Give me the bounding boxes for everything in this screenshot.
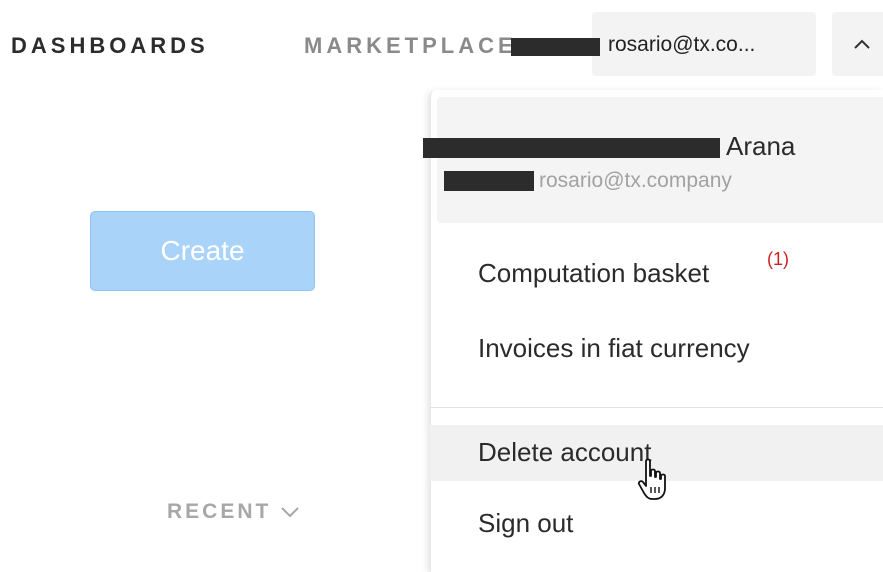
recent-toggle[interactable]: RECENT (167, 500, 300, 524)
menu-item-label: Delete account (478, 437, 652, 467)
menu-user-header (437, 97, 883, 223)
menu-item-label: Computation basket (478, 258, 710, 288)
nav-dashboards[interactable]: DASHBOARDS (11, 33, 209, 59)
nav-marketplace[interactable]: MARKETPLACE (304, 33, 517, 59)
menu-user-email: rosario@tx.company (539, 169, 732, 192)
hand-pointer-cursor-icon (637, 458, 666, 500)
create-button[interactable]: Create (90, 211, 315, 291)
menu-item-sign-out[interactable]: Sign out (430, 500, 883, 552)
basket-count-badge: (1) (767, 249, 789, 269)
menu-item-computation-basket[interactable]: Computation basket (1) (430, 249, 883, 300)
menu-item-label: Invoices in fiat currency (478, 333, 750, 363)
account-email: rosario@tx.co... (608, 33, 756, 56)
redaction-bar (511, 38, 600, 56)
redaction-bar (444, 171, 534, 191)
chevron-down-icon (281, 507, 300, 518)
page: DASHBOARDS MARKETPLACE rosario@tx.co... … (0, 0, 883, 572)
menu-item-invoices[interactable]: Invoices in fiat currency (430, 325, 883, 375)
recent-label: RECENT (167, 500, 272, 523)
chevron-up-icon (854, 39, 870, 49)
redaction-bar (423, 138, 720, 158)
menu-divider (430, 407, 883, 408)
account-menu-toggle[interactable] (832, 12, 883, 76)
menu-user-name: Arana (726, 131, 796, 161)
menu-item-label: Sign out (478, 508, 574, 538)
